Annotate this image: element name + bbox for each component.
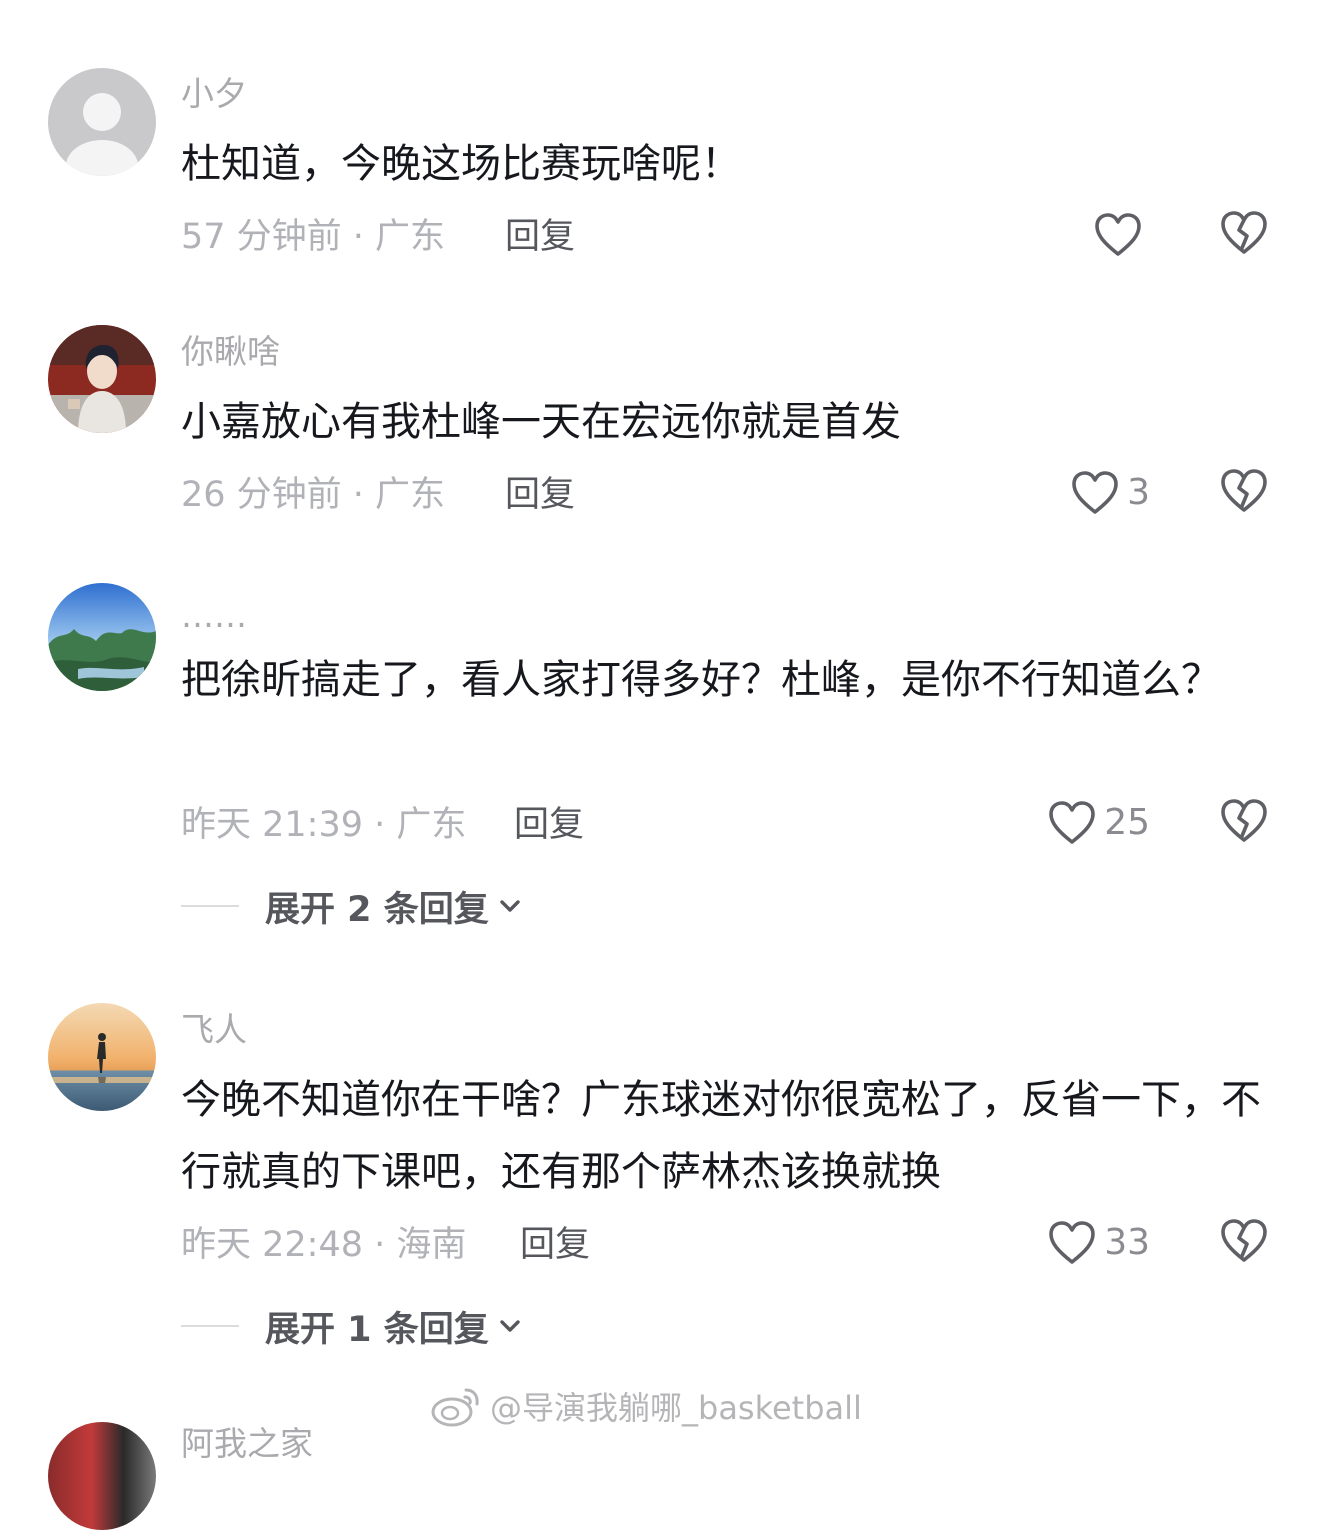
reply-button[interactable]: 回复 (505, 473, 575, 517)
comment-meta: 昨天 22:48 · 海南 (181, 1225, 467, 1265)
reply-button[interactable]: 回复 (514, 803, 584, 847)
like-count: 25 (1104, 802, 1150, 843)
reply-button[interactable]: 回复 (520, 1223, 590, 1267)
heart-icon (1049, 801, 1095, 844)
comment-meta: 昨天 21:39 · 广东 (181, 805, 467, 845)
landscape-avatar-icon (48, 583, 156, 691)
expand-replies-label: 展开 2 条回复 (265, 889, 489, 930)
broken-heart-icon (1221, 469, 1267, 512)
like-count: 33 (1104, 1222, 1150, 1263)
comment-meta: 26 分钟前 · 广东 (181, 475, 446, 515)
comment-text: 把徐昕搞走了，看人家打得多好？杜峰，是你不行知道么？ (181, 657, 1221, 703)
comment-meta: 57 分钟前 · 广东 (181, 217, 446, 257)
avatar[interactable] (48, 325, 156, 433)
watermark-text: @导演我躺哪_basketball (490, 1389, 862, 1427)
dislike-button[interactable] (1220, 798, 1270, 848)
avatar[interactable] (48, 68, 156, 176)
dislike-button[interactable] (1220, 210, 1270, 260)
comment-text: 今晚不知道你在干啥？广东球迷对你很宽松了，反省一下，不行就真的下课吧，还有那个萨… (181, 1077, 1261, 1195)
username[interactable]: 飞人 (181, 1010, 247, 1050)
divider-line (181, 1325, 239, 1327)
weibo-icon (431, 1388, 479, 1427)
username[interactable]: 你瞅啥 (181, 332, 280, 372)
divider-line (181, 905, 239, 907)
anime-character-avatar-icon (48, 325, 156, 433)
like-button[interactable]: 33 (1048, 1218, 1150, 1268)
chevron-down-icon (500, 900, 520, 912)
like-button[interactable]: 25 (1048, 798, 1150, 848)
avatar[interactable] (48, 1003, 156, 1111)
username[interactable]: 小夕 (181, 74, 247, 114)
comment-text: 小嘉放心有我杜峰一天在宏远你就是首发 (181, 399, 901, 445)
expand-replies-button[interactable]: 展开 1 条回复 (181, 1304, 523, 1350)
heart-icon (1072, 471, 1118, 514)
reply-button[interactable]: 回复 (505, 215, 575, 259)
broken-heart-icon (1221, 211, 1267, 254)
avatar[interactable] (48, 1422, 156, 1530)
broken-heart-icon (1221, 799, 1267, 842)
like-button[interactable]: 3 (1071, 468, 1150, 518)
default-avatar-icon (48, 68, 156, 176)
chevron-down-icon (500, 1320, 520, 1332)
expand-replies-label: 展开 1 条回复 (265, 1309, 489, 1350)
like-count: 3 (1127, 472, 1150, 513)
dislike-button[interactable] (1220, 468, 1270, 518)
username[interactable]: 阿我之家 (181, 1424, 313, 1464)
comment-text: 杜知道，今晚这场比赛玩啥呢！ (181, 141, 741, 187)
broken-heart-icon (1221, 1219, 1267, 1262)
dislike-button[interactable] (1220, 1218, 1270, 1268)
heart-icon (1095, 213, 1141, 256)
expand-replies-button[interactable]: 展开 2 条回复 (181, 884, 523, 930)
username[interactable]: …… (181, 596, 247, 636)
watermark: @导演我躺哪_basketball (430, 1382, 862, 1430)
heart-icon (1049, 1221, 1095, 1264)
like-button[interactable] (1094, 210, 1150, 260)
sunset-figure-avatar-icon (48, 1003, 156, 1111)
avatar[interactable] (48, 583, 156, 691)
